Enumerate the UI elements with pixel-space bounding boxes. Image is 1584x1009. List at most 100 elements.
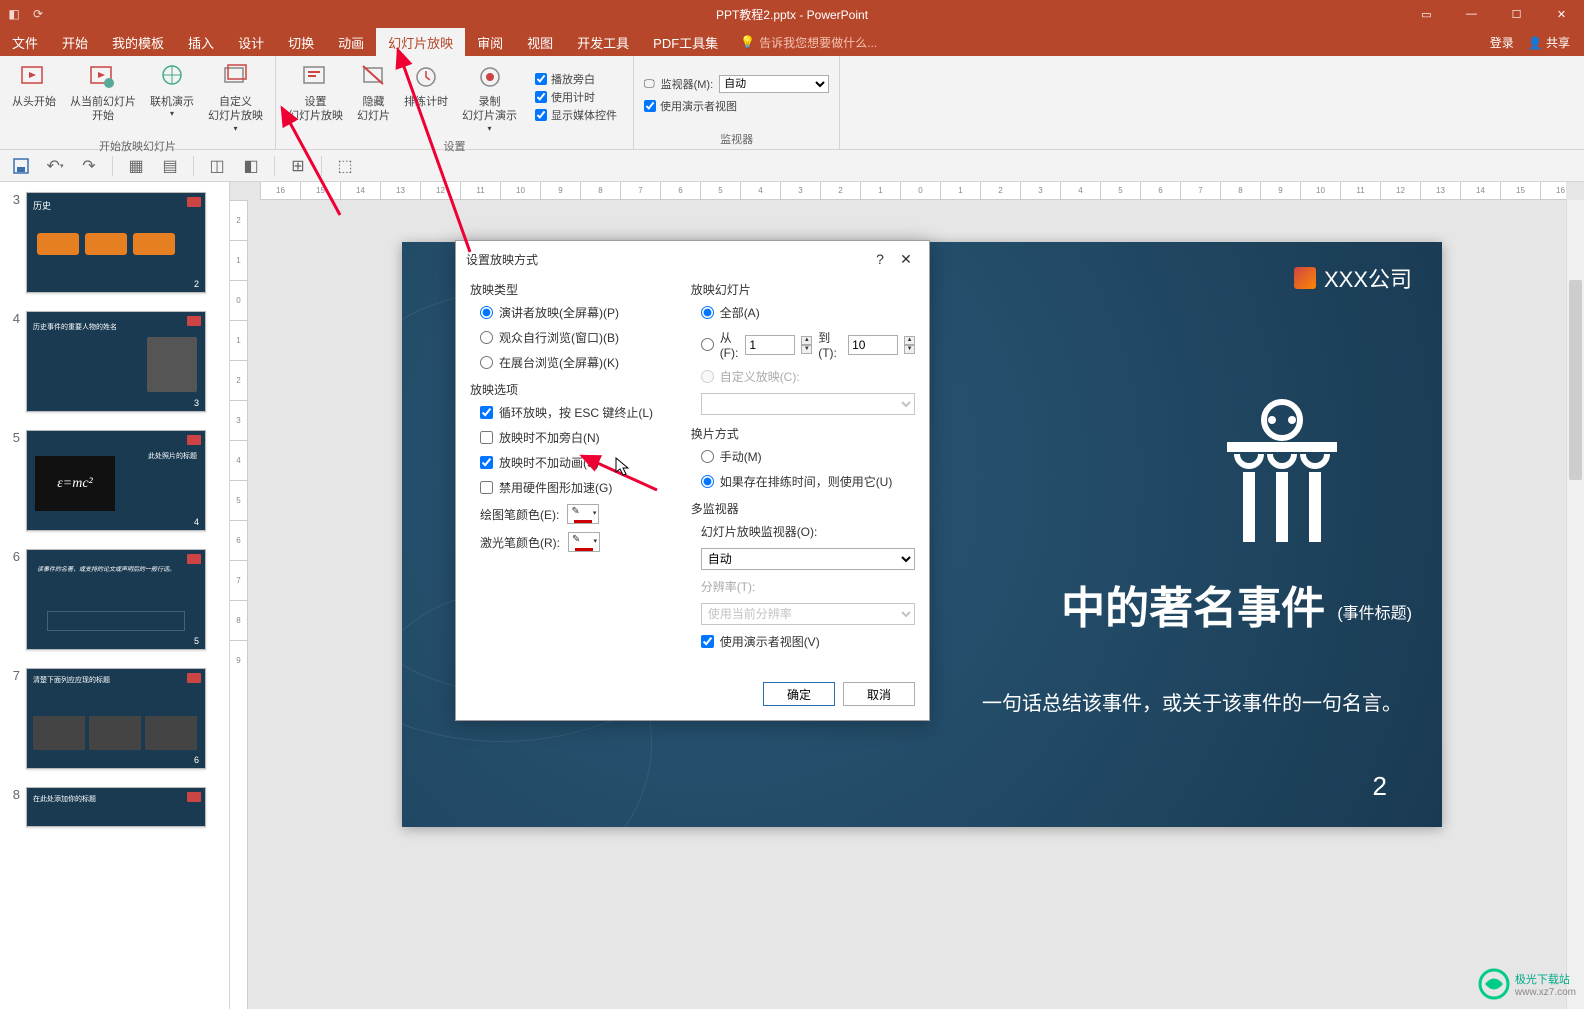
- tab-file[interactable]: 文件: [0, 28, 50, 56]
- clock-icon: [410, 61, 442, 93]
- undo-button[interactable]: ↶ ▾: [44, 155, 66, 177]
- share-button[interactable]: 👤 共享: [1528, 34, 1570, 51]
- section-multi-monitor: 多监视器 幻灯片放映监视器(O): 自动 分辨率(T): 使用当前分辨率 使用演…: [691, 500, 915, 650]
- setup-icon: [300, 61, 332, 93]
- group-label-setup: 设置: [282, 136, 627, 154]
- from-spinner[interactable]: ▲▼: [801, 336, 812, 354]
- qat-btn-3[interactable]: ◫: [206, 155, 228, 177]
- laser-color-picker[interactable]: ✎▾: [568, 532, 600, 552]
- company-label: XXX公司: [1294, 262, 1412, 294]
- custom-show-select: [701, 393, 915, 415]
- show-monitor-select[interactable]: 自动: [701, 548, 915, 570]
- horizontal-ruler: 1615141312111098765432101234567891011121…: [260, 182, 1566, 200]
- qat-btn-5[interactable]: ⊞: [287, 155, 309, 177]
- save-button[interactable]: [10, 155, 32, 177]
- monitor-icon: 🖵: [644, 78, 655, 91]
- dialog-close-button[interactable]: ✕: [893, 249, 919, 269]
- minimize-button[interactable]: —: [1449, 0, 1494, 28]
- radio-all[interactable]: 全部(A): [701, 304, 915, 321]
- section-show-type: 放映类型 演讲者放映(全屏幕)(P) 观众自行浏览(窗口)(B) 在展台浏览(全…: [470, 281, 673, 371]
- show-media-checkbox[interactable]: 显示媒体控件: [531, 106, 621, 124]
- present-online-button[interactable]: 联机演示▾: [144, 59, 200, 136]
- scrollbar-thumb[interactable]: [1569, 280, 1582, 480]
- radio-individual[interactable]: 观众自行浏览(窗口)(B): [480, 329, 673, 346]
- dialog-help-button[interactable]: ?: [867, 249, 893, 269]
- tab-pdf[interactable]: PDF工具集: [641, 28, 730, 56]
- globe-icon: [156, 61, 188, 93]
- slide-page-number: 2: [1373, 771, 1387, 802]
- qat-btn-1[interactable]: ▦: [125, 155, 147, 177]
- thumb-8[interactable]: 8 在此处添加你的标题: [0, 783, 229, 841]
- close-button[interactable]: ✕: [1539, 0, 1584, 28]
- maximize-button[interactable]: ☐: [1494, 0, 1539, 28]
- bulb-icon: 💡: [740, 35, 755, 49]
- use-timing-checkbox[interactable]: 使用计时: [531, 88, 621, 106]
- from-input[interactable]: [745, 335, 795, 355]
- tab-home[interactable]: 开始: [50, 28, 100, 56]
- check-loop[interactable]: 循环放映，按 ESC 键终止(L): [480, 404, 673, 421]
- qat-btn-2[interactable]: ▤: [159, 155, 181, 177]
- tab-review[interactable]: 审阅: [465, 28, 515, 56]
- ok-button[interactable]: 确定: [763, 682, 835, 706]
- tab-animations[interactable]: 动画: [326, 28, 376, 56]
- radio-timings[interactable]: 如果存在排练时间，则使用它(U): [701, 473, 915, 490]
- section-show-options: 放映选项 循环放映，按 ESC 键终止(L) 放映时不加旁白(N) 放映时不加动…: [470, 381, 673, 552]
- tab-slideshow[interactable]: 幻灯片放映: [376, 28, 465, 56]
- autosave-icon: ⟳: [30, 6, 46, 22]
- tab-transitions[interactable]: 切换: [276, 28, 326, 56]
- check-no-hwaccel[interactable]: 禁用硬件图形加速(G): [480, 479, 673, 496]
- slide-panel[interactable]: 3 历史 2 4 历史事件的重要人物的姓名 3 5 ε=mc²: [0, 182, 230, 1009]
- radio-from[interactable]: 从(F):: [701, 329, 740, 360]
- presenter-view-checkbox[interactable]: 使用演示者视图: [640, 97, 833, 115]
- ribbon-group-start: 从头开始 从当前幻灯片 开始 联机演示▾ 自定义 幻灯片放映▾ 开始放映幻灯片: [0, 56, 276, 149]
- thumb-4[interactable]: 4 历史事件的重要人物的姓名 3: [0, 307, 229, 426]
- login-link[interactable]: 登录: [1490, 34, 1514, 51]
- dialog-title: 设置放映方式: [466, 251, 538, 268]
- watermark-icon: [1477, 967, 1511, 1001]
- radio-presenter[interactable]: 演讲者放映(全屏幕)(P): [480, 304, 673, 321]
- hide-slide-button[interactable]: 隐藏 幻灯片: [351, 59, 396, 136]
- play-narration-checkbox[interactable]: 播放旁白: [531, 70, 621, 88]
- radio-kiosk[interactable]: 在展台浏览(全屏幕)(K): [480, 354, 673, 371]
- ribbon-options-icon[interactable]: ▭: [1404, 0, 1449, 28]
- thumb-3[interactable]: 3 历史 2: [0, 188, 229, 307]
- titlebar-left: ◧ ⟳: [6, 6, 46, 22]
- monitor-select[interactable]: 自动: [719, 75, 829, 93]
- tab-insert[interactable]: 插入: [176, 28, 226, 56]
- to-spinner[interactable]: ▲▼: [904, 336, 915, 354]
- hide-icon: [358, 61, 390, 93]
- custom-show-icon: [220, 61, 252, 93]
- tab-developer[interactable]: 开发工具: [565, 28, 641, 56]
- resolution-select: 使用当前分辨率: [701, 603, 915, 625]
- cancel-button[interactable]: 取消: [843, 682, 915, 706]
- thumb-7[interactable]: 7 清楚下面列应应现的标题 6: [0, 664, 229, 783]
- watermark: 极光下载站 www.xz7.com: [1477, 967, 1576, 1001]
- from-current-button[interactable]: 从当前幻灯片 开始: [64, 59, 142, 136]
- qat-btn-6[interactable]: ⬚: [334, 155, 356, 177]
- menubar: 文件 开始 我的模板 插入 设计 切换 动画 幻灯片放映 审阅 视图 开发工具 …: [0, 28, 1584, 56]
- pen-color-picker[interactable]: ✎▾: [567, 504, 599, 524]
- check-presenter-view[interactable]: 使用演示者视图(V): [701, 633, 915, 650]
- check-no-animation[interactable]: 放映时不加动画(S): [480, 454, 673, 471]
- tab-view[interactable]: 视图: [515, 28, 565, 56]
- record-button[interactable]: 录制 幻灯片演示▾: [456, 59, 523, 136]
- from-beginning-button[interactable]: 从头开始: [6, 59, 62, 136]
- custom-slideshow-button[interactable]: 自定义 幻灯片放映▾: [202, 59, 269, 136]
- check-no-narration[interactable]: 放映时不加旁白(N): [480, 429, 673, 446]
- slide-tagline: 一句话总结该事件，或关于该事件的一句名言。: [982, 687, 1402, 716]
- ribbon: 从头开始 从当前幻灯片 开始 联机演示▾ 自定义 幻灯片放映▾ 开始放映幻灯片 …: [0, 56, 1584, 150]
- thumb-5[interactable]: 5 ε=mc² 此处照片的标题 4: [0, 426, 229, 545]
- tab-design[interactable]: 设计: [226, 28, 276, 56]
- vertical-scrollbar[interactable]: [1566, 200, 1584, 1009]
- redo-button[interactable]: ↷: [78, 155, 100, 177]
- to-input[interactable]: [848, 335, 898, 355]
- rehearse-button[interactable]: 排练计时: [398, 59, 454, 136]
- tab-templates[interactable]: 我的模板: [100, 28, 176, 56]
- qat-btn-4[interactable]: ◧: [240, 155, 262, 177]
- tell-me[interactable]: 💡告诉我您想要做什么...: [730, 28, 887, 56]
- quick-access-toolbar: ↶ ▾ ↷ ▦ ▤ ◫ ◧ ⊞ ⬚: [0, 150, 1584, 182]
- radio-manual[interactable]: 手动(M): [701, 448, 915, 465]
- thumb-6[interactable]: 6 读事件的名著，或支持的论文或声明后的一般行话。 5: [0, 545, 229, 664]
- setup-slideshow-button[interactable]: 设置 幻灯片放映: [282, 59, 349, 136]
- ribbon-group-monitor: 🖵监视器(M):自动 使用演示者视图 监视器: [634, 56, 840, 149]
